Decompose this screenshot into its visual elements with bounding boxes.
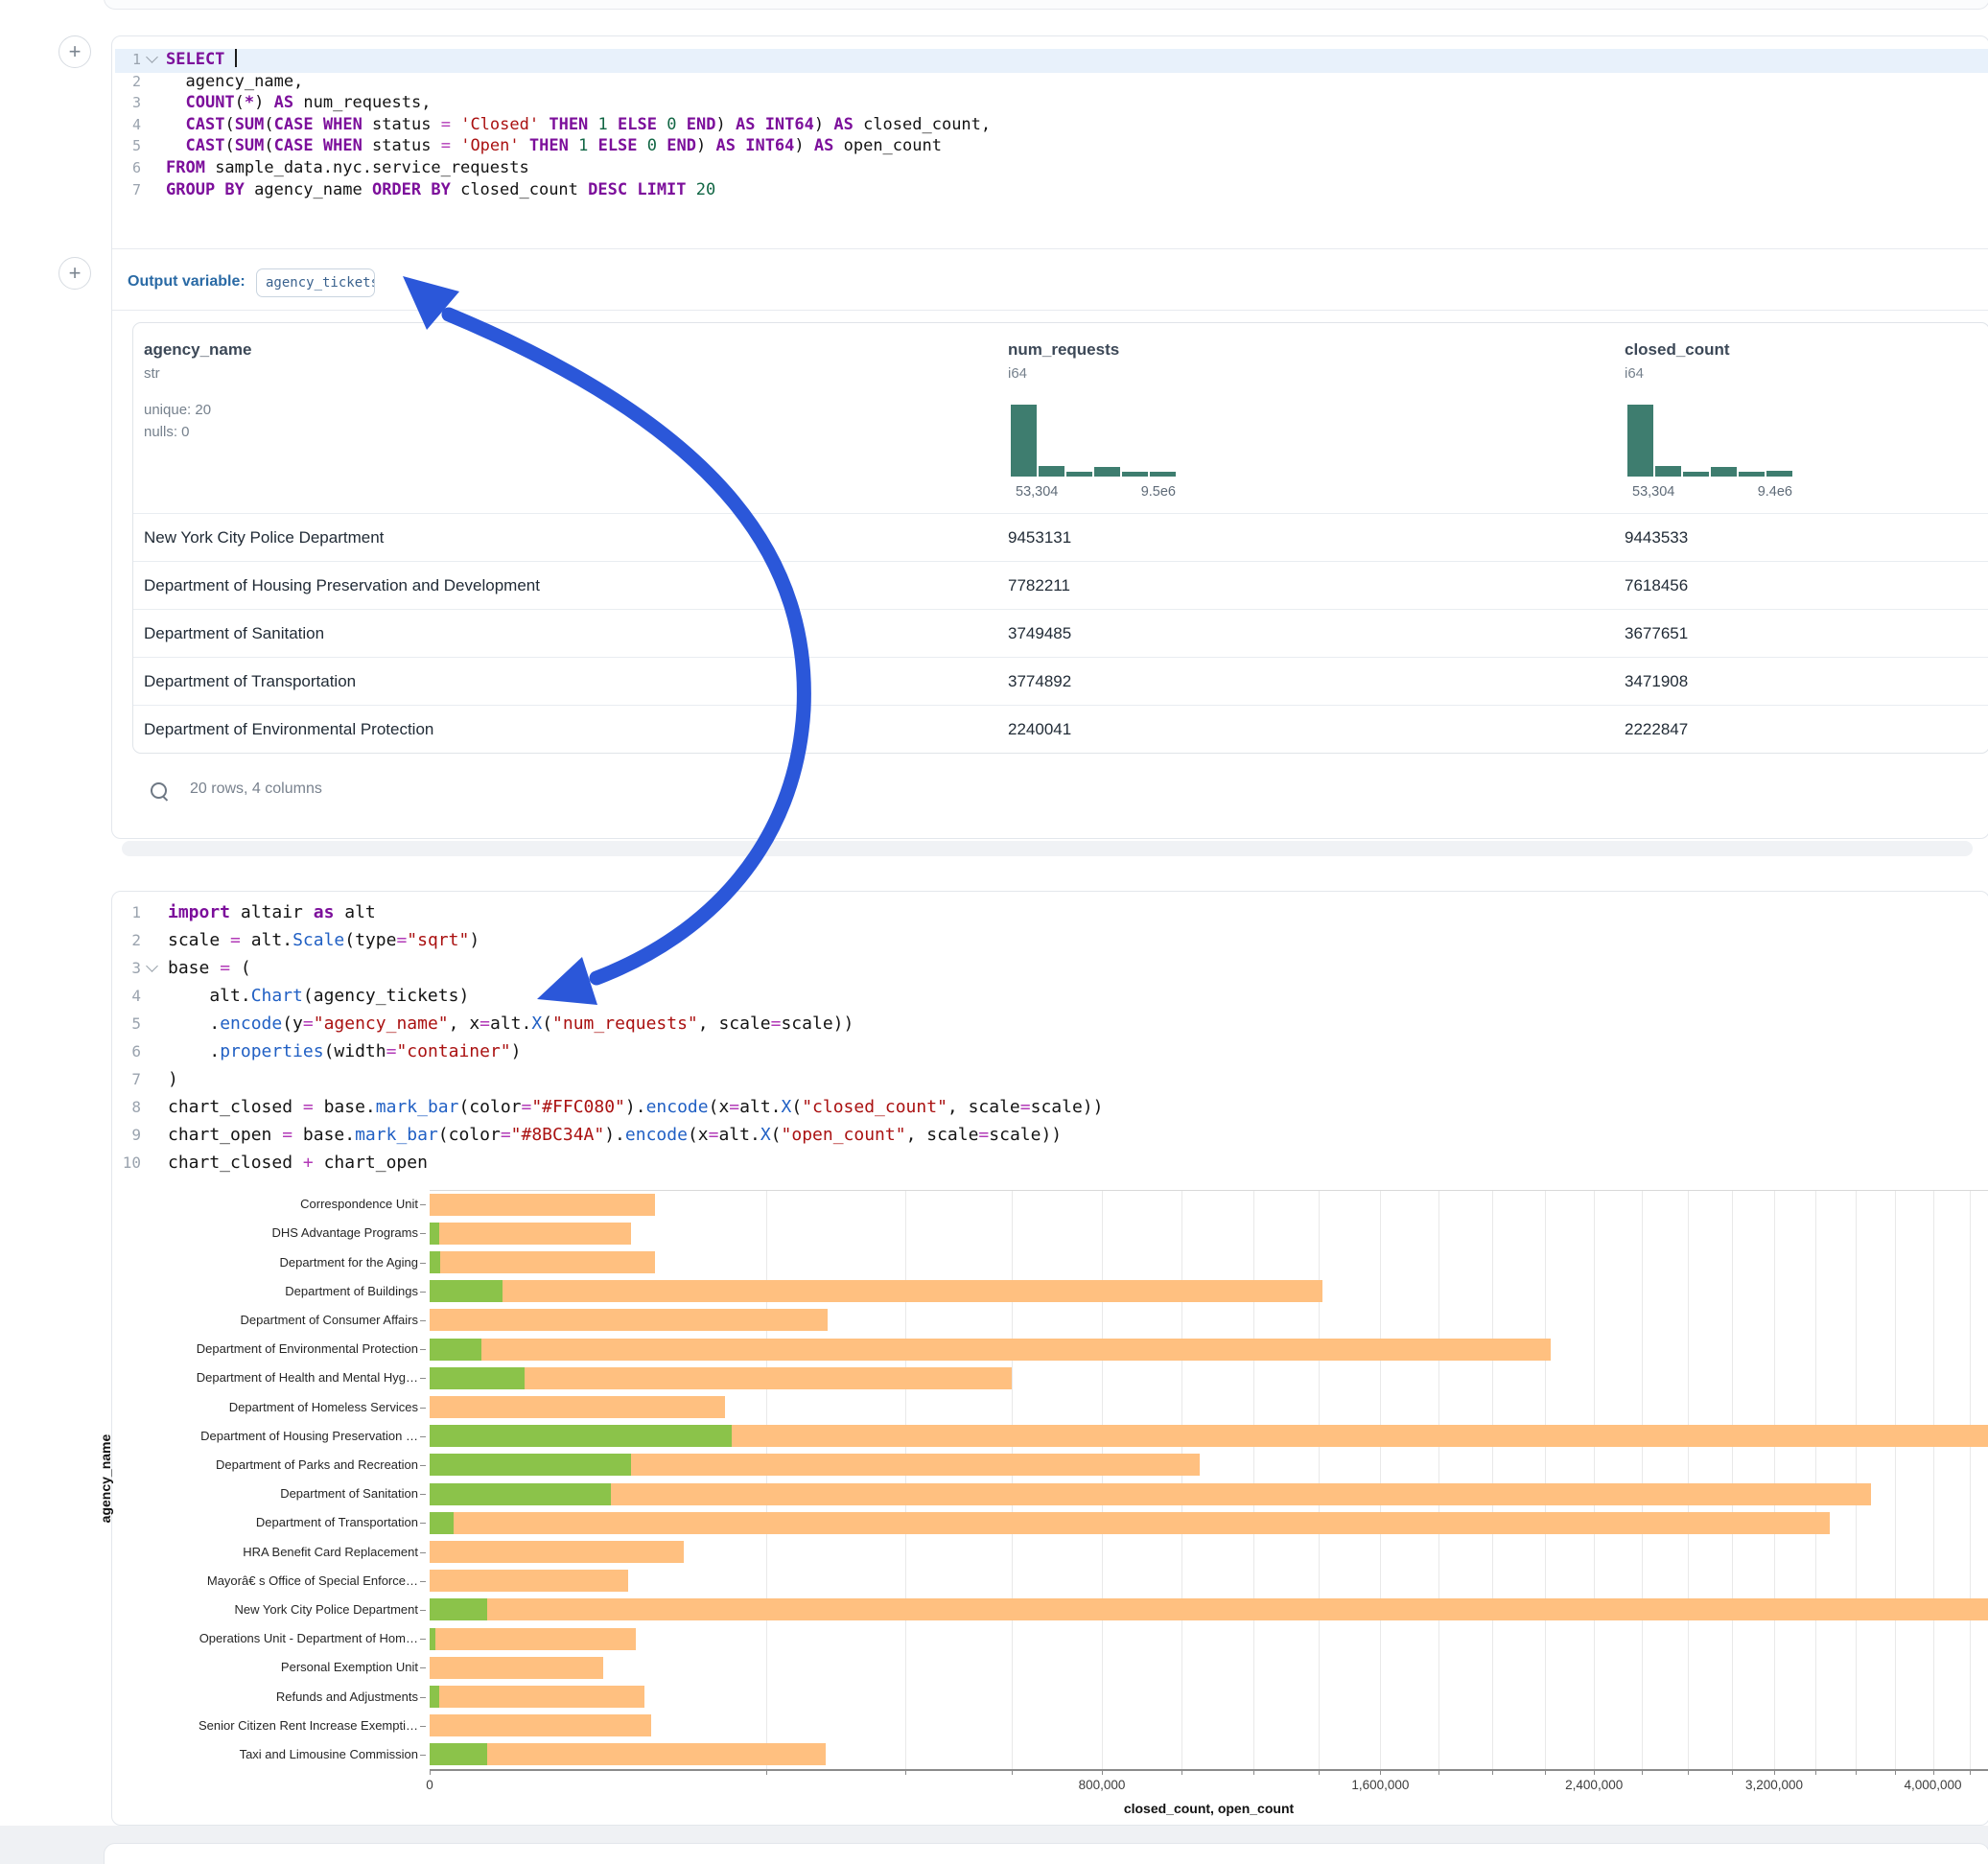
notebook-page: + + 1SELECT 2 agency_name,3 COUNT(*) AS … <box>0 0 1988 1864</box>
annotation-arrow <box>0 0 1988 1864</box>
arrow-head-bottom <box>537 957 597 1005</box>
next-cell-edge <box>104 1843 1988 1864</box>
arrow-shaft <box>449 315 804 978</box>
